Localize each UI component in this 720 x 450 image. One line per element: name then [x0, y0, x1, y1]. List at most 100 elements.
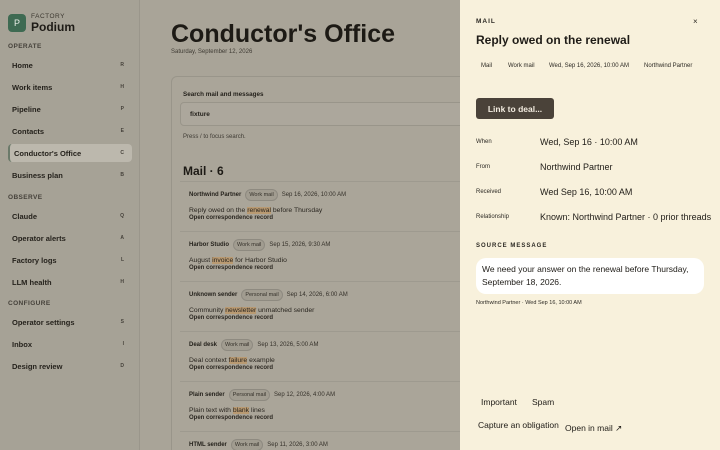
sidebar-item-home[interactable]: Home R — [8, 56, 132, 74]
drawer-title: Reply owed on the renewal — [476, 33, 631, 47]
mail-list-item[interactable]: Plain sender Personal mail Sep 12, 2026, 4… — [180, 381, 472, 421]
mail-tag: Work mail — [230, 439, 264, 450]
mail-list-item[interactable]: HTML sender Work mail Sep 11, 2026, 3:00 A… — [180, 431, 472, 450]
brand-name: Podium — [31, 19, 75, 34]
mail-date: Sep 12, 2026, 4:00 AM — [274, 392, 336, 398]
mail-tag: Personal mail — [241, 289, 283, 301]
brand: P FACTORY Podium — [0, 0, 139, 36]
shortcut-key: R — [120, 62, 124, 68]
shortcut-key: Q — [120, 213, 124, 219]
spam-button[interactable]: Spam — [532, 397, 554, 407]
sidebar-item-label: Design review — [12, 361, 63, 371]
mail-date: Sep 13, 2026, 5:00 AM — [257, 342, 319, 348]
snippet-text: Deal context — [189, 357, 229, 364]
sidebar-item-pipeline[interactable]: Pipeline P — [8, 100, 132, 118]
sidebar-item-business-plan[interactable]: Business plan B — [8, 166, 132, 184]
mail-sender: Northwind Partner — [189, 192, 242, 198]
close-icon[interactable]: × — [693, 17, 698, 26]
open-record-link[interactable]: Open correspondence record — [180, 315, 472, 321]
sidebar-item-claude[interactable]: Claude Q — [8, 207, 132, 225]
page-date: Saturday, September 12, 2026 — [171, 49, 253, 55]
sidebar-item-label: Business plan — [12, 170, 63, 180]
sidebar-item-work-items[interactable]: Work items H — [8, 78, 132, 96]
snippet-text: lines — [249, 407, 265, 414]
shortcut-key: P — [120, 106, 124, 112]
detail-value: Known: Northwind Partner · 0 prior threa… — [540, 212, 712, 222]
mail-sender: HTML sender — [189, 442, 227, 448]
brand-kicker: FACTORY — [31, 12, 65, 20]
nav-section-configure: CONFIGURE — [8, 300, 51, 307]
sidebar-item-label: Conductor's Office — [14, 148, 82, 158]
sidebar-item-label: Contacts — [12, 126, 45, 136]
snippet-text: Plain text with — [189, 407, 233, 414]
meta-date: Wed, Sep 16, 2026, 10:00 AM — [549, 63, 629, 69]
mail-snippet: August invoice for Harbor Studio — [180, 257, 472, 264]
sidebar-item-contacts[interactable]: Contacts E — [8, 122, 132, 140]
sidebar-item-label: Claude — [12, 211, 38, 221]
mail-tag: Work mail — [245, 189, 278, 201]
sidebar-item-label: Operator settings — [12, 317, 75, 327]
detail-value: Wed, Sep 16 · 10:00 AM — [540, 137, 638, 147]
open-record-link[interactable]: Open correspondence record — [180, 365, 472, 371]
important-button[interactable]: Important — [481, 397, 517, 407]
sidebar-item-llm-health[interactable]: LLM health H — [8, 273, 132, 291]
sidebar-item-conductors-office[interactable]: Conductor's Office C — [8, 144, 132, 162]
search-hint: Press / to focus search. — [183, 134, 246, 140]
sidebar-item-operator-settings[interactable]: Operator settings S — [8, 313, 132, 331]
sidebar-item-label: Inbox — [12, 339, 32, 349]
detail-label: Received — [476, 189, 502, 195]
mail-detail-drawer: MAIL × Reply owed on the renewal Mail Wo… — [460, 0, 720, 450]
search-highlight: renewal — [247, 207, 272, 214]
shortcut-key: D — [120, 363, 124, 369]
sidebar-item-label: Work items — [12, 82, 53, 92]
nav-section-operate: OPERATE — [8, 43, 42, 50]
open-record-link[interactable]: Open correspondence record — [180, 215, 472, 221]
mail-list-item[interactable]: Northwind Partner Work mail Sep 16, 2026, … — [180, 181, 472, 221]
mail-list-item[interactable]: Deal desk Work mail Sep 13, 2026, 5:00 AM … — [180, 331, 472, 371]
shortcut-key: A — [120, 235, 124, 241]
snippet-text: before Thursday — [271, 207, 323, 214]
mail-list-item[interactable]: Harbor Studio Work mail Sep 15, 2026, 9:30… — [180, 231, 472, 271]
mail-list-item[interactable]: Unknown sender Personal mail Sep 14, 2026,… — [180, 281, 472, 321]
mail-snippet: Reply owed on the renewal before Thursda… — [180, 207, 472, 214]
meta-mail-type: Work mail — [508, 63, 535, 69]
main-content: Conductor's Office Saturday, September 1… — [140, 0, 472, 450]
sidebar-item-label: LLM health — [12, 277, 52, 287]
mail-sender: Plain sender — [189, 392, 225, 398]
page-title: Conductor's Office — [171, 20, 396, 48]
search-highlight: newsletter — [225, 307, 257, 314]
sidebar-item-label: Pipeline — [12, 104, 41, 114]
drawer-kicker: MAIL — [476, 18, 496, 25]
shortcut-key: H — [120, 84, 124, 90]
search-highlight: blank — [232, 407, 250, 414]
capture-obligation-button[interactable]: Capture an obligation — [478, 420, 559, 430]
search-input[interactable]: fixture — [180, 102, 472, 126]
open-record-link[interactable]: Open correspondence record — [180, 265, 472, 271]
sidebar-item-label: Home — [12, 60, 33, 70]
sidebar-item-design-review[interactable]: Design review D — [8, 357, 132, 375]
sidebar-item-operator-alerts[interactable]: Operator alerts A — [8, 229, 132, 247]
open-in-mail-link[interactable]: Open in mail ↗ — [565, 423, 622, 434]
open-record-link[interactable]: Open correspondence record — [180, 415, 472, 421]
mail-date: Sep 11, 2026, 3:00 AM — [267, 442, 328, 448]
search-label: Search mail and messages — [183, 91, 264, 98]
detail-label: From — [476, 164, 490, 170]
sidebar: P FACTORY Podium OPERATE Home R Work item… — [0, 0, 140, 450]
mail-date: Sep 15, 2026, 9:30 AM — [269, 242, 331, 248]
sidebar-item-inbox[interactable]: Inbox I — [8, 335, 132, 353]
sidebar-item-factory-logs[interactable]: Factory logs L — [8, 251, 132, 269]
snippet-text: August — [189, 257, 213, 264]
source-message: We need your answer on the renewal befor… — [476, 258, 704, 294]
sidebar-item-label: Factory logs — [12, 255, 57, 265]
mail-tag: Work mail — [233, 239, 266, 251]
mail-tag: Work mail — [221, 339, 254, 351]
shortcut-key: E — [120, 128, 124, 134]
mail-snippet: Plain text with blank lines — [180, 407, 472, 414]
shortcut-key: B — [120, 172, 124, 178]
mail-date: Sep 16, 2026, 10:00 AM — [281, 192, 347, 198]
mail-snippet: Community newsletter unmatched sender — [180, 307, 472, 314]
meta-sender: Northwind Partner — [644, 63, 693, 69]
shortcut-key: L — [120, 257, 124, 263]
shortcut-key: C — [120, 150, 124, 156]
link-to-deal-button[interactable]: Link to deal... — [476, 98, 554, 119]
